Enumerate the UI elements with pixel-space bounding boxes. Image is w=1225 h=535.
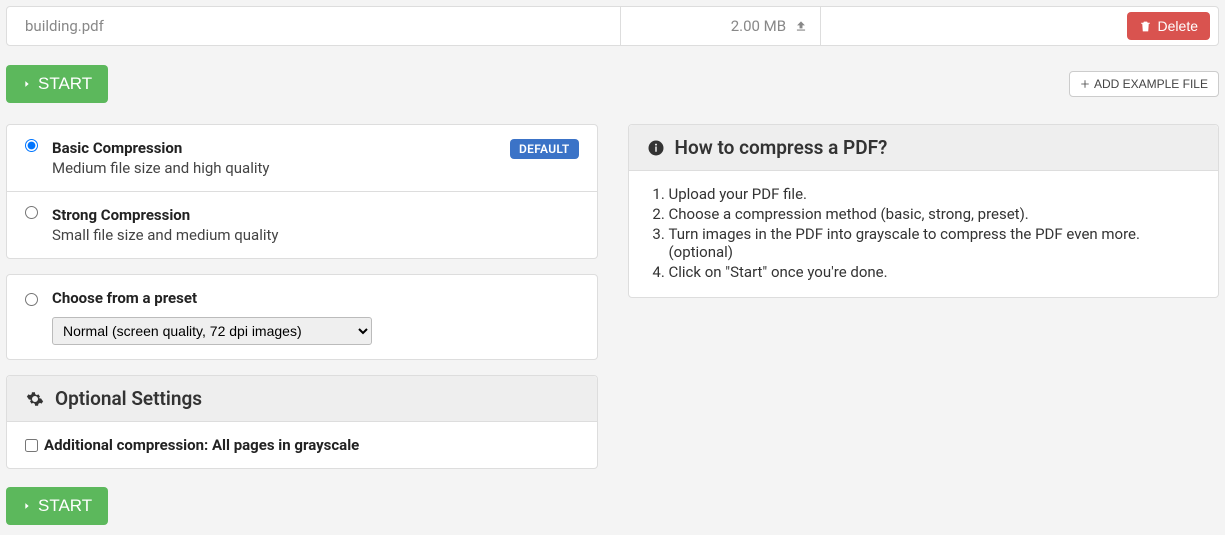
info-icon xyxy=(647,139,665,157)
upload-icon xyxy=(794,19,808,33)
compression-option-strong[interactable]: Strong Compression Small file size and m… xyxy=(7,192,597,258)
default-badge: DEFAULT xyxy=(510,139,578,159)
file-size-cell: 2.00 MB xyxy=(621,7,821,45)
file-size: 2.00 MB xyxy=(731,17,786,35)
help-step: Click on "Start" once you're done. xyxy=(669,263,1201,281)
delete-button[interactable]: Delete xyxy=(1127,12,1210,40)
help-header: How to compress a PDF? xyxy=(629,125,1219,171)
chevron-right-icon xyxy=(22,77,32,91)
plus-icon xyxy=(1080,79,1090,89)
chevron-right-icon xyxy=(22,499,32,513)
grayscale-checkbox[interactable] xyxy=(25,439,38,452)
strong-title: Strong Compression xyxy=(52,206,579,224)
file-name: building.pdf xyxy=(7,7,621,45)
strong-radio[interactable] xyxy=(25,206,38,219)
preset-title: Choose from a preset xyxy=(52,289,579,307)
strong-subtitle: Small file size and medium quality xyxy=(52,226,579,244)
help-panel: How to compress a PDF? Upload your PDF f… xyxy=(628,124,1220,298)
start-button-bottom[interactable]: START xyxy=(6,487,108,525)
compression-preset-panel: Choose from a preset Normal (screen qual… xyxy=(6,274,598,360)
help-steps: Upload your PDF file. Choose a compressi… xyxy=(647,185,1201,281)
file-actions: Delete xyxy=(821,12,1218,40)
start-label: START xyxy=(38,74,92,94)
action-bar-top: START ADD EXAMPLE FILE xyxy=(6,65,1219,103)
preset-select[interactable]: Normal (screen quality, 72 dpi images) xyxy=(52,317,372,345)
basic-subtitle: Medium file size and high quality xyxy=(52,159,496,177)
optional-header: Optional Settings xyxy=(7,376,597,422)
trash-icon xyxy=(1139,20,1152,33)
optional-settings-panel: Optional Settings Additional compression… xyxy=(6,375,598,469)
help-step: Upload your PDF file. xyxy=(669,185,1201,203)
basic-title: Basic Compression xyxy=(52,139,496,157)
compression-basic-strong-panel: Basic Compression Medium file size and h… xyxy=(6,124,598,259)
gears-icon xyxy=(25,390,45,408)
delete-label: Delete xyxy=(1158,18,1198,34)
compression-option-preset[interactable]: Choose from a preset Normal (screen qual… xyxy=(7,275,597,359)
start-button-top[interactable]: START xyxy=(6,65,108,103)
help-header-text: How to compress a PDF? xyxy=(675,136,888,159)
add-example-button[interactable]: ADD EXAMPLE FILE xyxy=(1069,71,1219,97)
add-example-label: ADD EXAMPLE FILE xyxy=(1094,77,1208,91)
optional-header-text: Optional Settings xyxy=(55,387,202,410)
start-label-bottom: START xyxy=(38,496,92,516)
grayscale-row[interactable]: Additional compression: All pages in gra… xyxy=(25,436,579,454)
file-row: building.pdf 2.00 MB Delete xyxy=(6,6,1219,46)
help-step: Choose a compression method (basic, stro… xyxy=(669,205,1201,223)
help-step: Turn images in the PDF into grayscale to… xyxy=(669,225,1201,261)
compression-option-basic[interactable]: Basic Compression Medium file size and h… xyxy=(7,125,597,192)
grayscale-label: Additional compression: All pages in gra… xyxy=(44,436,359,454)
preset-radio[interactable] xyxy=(25,293,38,306)
basic-radio[interactable] xyxy=(25,139,38,152)
